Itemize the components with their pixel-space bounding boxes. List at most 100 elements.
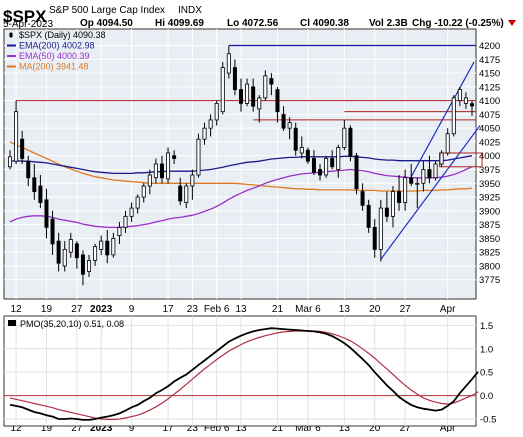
legend-label: MA(200) 3941.48 (19, 62, 89, 72)
volume-value: Vol 2.3B (369, 18, 408, 29)
x-tick-label-top: 17 (162, 304, 174, 315)
candle (451, 95, 456, 137)
open-value: Op 4094.50 (80, 18, 133, 29)
candle-body-up (226, 53, 231, 74)
candle-body-down (366, 204, 371, 228)
candle-body-up (433, 163, 438, 179)
index-name: S&P 500 Large Cap Index (49, 5, 165, 16)
candle-body-down (269, 78, 274, 85)
price-tick-label: 3950 (479, 179, 500, 190)
x-tick-label-top: Mar 6 (295, 304, 321, 315)
candle-body-up (457, 89, 462, 102)
candle-body-up (378, 207, 383, 250)
price-tick-label: 4025 (479, 137, 500, 148)
candle-body-down (354, 155, 359, 190)
price-tick-label: 4075 (479, 110, 500, 121)
candle-body-down (232, 67, 237, 91)
x-tick-label-top: 13 (339, 304, 351, 315)
candle-body-down (397, 191, 402, 203)
exchange-label: INDX (178, 5, 202, 16)
candle-body-down (172, 155, 177, 159)
candle (196, 133, 201, 178)
candle-body-down (348, 127, 353, 157)
x-tick-label-top: 13 (235, 304, 247, 315)
candle-body-down (56, 240, 61, 264)
candle-body-up (129, 207, 134, 217)
candle-body-down (469, 103, 474, 107)
candle-body-up (87, 260, 92, 272)
candle-body-up (111, 237, 116, 256)
pmo-tick-label: -0.5 (480, 414, 496, 425)
change-value: Chg -10.22 (-0.25%) (412, 18, 504, 29)
candle-body-down (74, 243, 79, 259)
candle-body-up (7, 156, 12, 168)
price-tick-label: 4100 (479, 96, 500, 107)
chart-svg: $SPX S&P 500 Large Cap Index INDX 5-Apr-… (3, 5, 516, 434)
price-tick-label: 3925 (479, 193, 500, 204)
x-tick-label-top: Apr (440, 304, 456, 315)
price-tick-label: 4150 (479, 69, 500, 80)
candle-body-up (68, 239, 73, 253)
candle-body-up (62, 249, 67, 267)
candle (166, 147, 171, 184)
candle-body-up (245, 83, 250, 104)
candle (439, 150, 444, 167)
candle (354, 152, 359, 195)
candle (433, 161, 438, 181)
candle-body-down (26, 160, 31, 179)
candle-body-up (220, 67, 225, 113)
candle-body-down (275, 89, 280, 113)
candle-body-up (147, 174, 152, 187)
candle-body-up (299, 147, 304, 154)
pmo-tick-label: 1.0 (480, 344, 493, 355)
change-down-arrow-icon (508, 20, 516, 26)
pmo-panel: -0.5 0.0 0.5 1.0 1.5 PMO(35,20,10) 0.51, 0.0… (3, 315, 496, 427)
x-tick-label-top: 20 (369, 304, 381, 315)
price-tick-label: 3875 (479, 220, 500, 231)
candle-body-down (372, 226, 377, 250)
candle-body-up (342, 127, 347, 148)
x-tick-label-top: 12 (11, 304, 23, 315)
candle-body-up (403, 177, 408, 203)
legend-label: $SPX (Daily) 4090.38 (19, 30, 106, 40)
quote-date: 5-Apr-2023 (3, 19, 53, 30)
candle-body-up (214, 102, 219, 121)
candle-body-down (318, 169, 323, 176)
candle-body-up (99, 240, 104, 250)
candle-body-up (287, 122, 292, 129)
chart-widget: $SPX S&P 500 Large Cap Index INDX 5-Apr-… (0, 0, 523, 434)
candle (220, 62, 225, 115)
candle-body-up (135, 196, 140, 209)
candle-body-up (117, 226, 122, 237)
candle-body-down (409, 177, 414, 184)
candle-body-up (390, 191, 395, 217)
candle-body-down (178, 185, 183, 202)
price-tick-label: 3850 (479, 234, 500, 245)
candle-body-up (263, 75, 268, 99)
pmo-tick-label: 0.5 (480, 368, 493, 379)
candle-body-up (190, 174, 195, 187)
price-tick-label: 3825 (479, 248, 500, 259)
x-tick-label-top: 2023 (90, 304, 113, 315)
pmo-legend-label: PMO(35,20,10) 0.51, 0.08 (20, 319, 124, 329)
x-tick-label-top: 19 (41, 304, 53, 315)
candle (305, 147, 310, 164)
candle-body-up (202, 127, 207, 140)
x-tick-label-top: 9 (129, 304, 135, 315)
price-tick-label: 3775 (479, 275, 500, 286)
candle-body-down (251, 86, 256, 107)
candle-body-up (184, 185, 189, 203)
candle-body-down (80, 254, 85, 275)
pmo-tick-label: 1.5 (480, 321, 493, 332)
price-tick-label: 4200 (479, 41, 500, 52)
candle-body-up (141, 185, 146, 198)
close-value: Cl 4090.38 (300, 18, 349, 29)
candle-body-down (50, 218, 55, 245)
candle-body-up (166, 152, 171, 180)
candle-body-up (196, 138, 201, 176)
candle-body-up (421, 169, 426, 184)
candle-body-down (38, 185, 43, 203)
pmo-tick-label: 0.0 (480, 391, 493, 402)
chart-header: $SPX S&P 500 Large Cap Index INDX 5-Apr-… (3, 5, 516, 30)
candle (324, 155, 329, 178)
